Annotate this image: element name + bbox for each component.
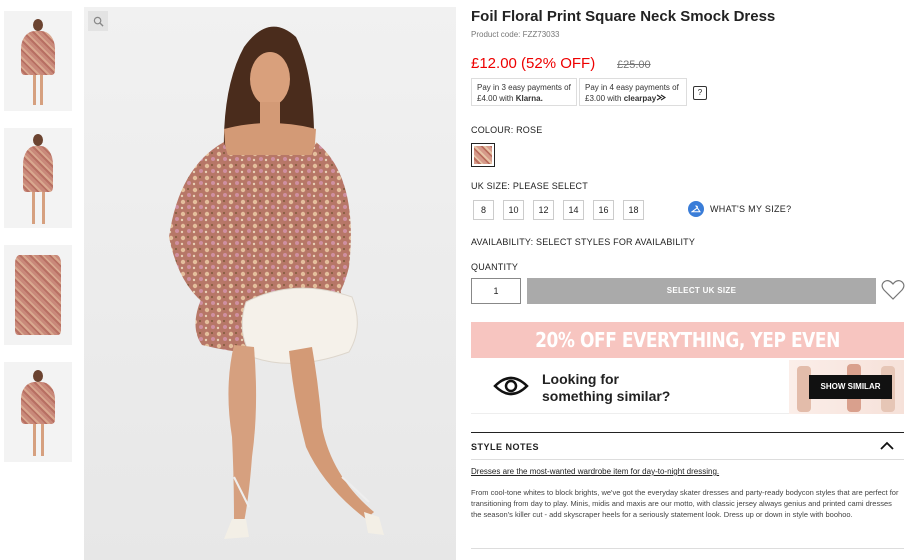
size-option[interactable]: 14 [563, 200, 584, 220]
size-option[interactable]: 8 [473, 200, 494, 220]
hanger-icon [691, 205, 701, 213]
product-code: Product code: FZZ73033 [471, 30, 560, 39]
clearpay-line1: Pay in 4 easy payments of [585, 83, 679, 92]
wishlist-button[interactable] [881, 279, 905, 306]
divider [471, 548, 904, 549]
sale-price: £12.00 (52% OFF) [471, 55, 596, 72]
style-notes-toggle[interactable]: STYLE NOTES [471, 432, 904, 460]
colour-label-row: COLOUR: ROSE [471, 125, 542, 135]
style-notes-heading: STYLE NOTES [471, 442, 540, 452]
colour-swatch-rose[interactable] [471, 143, 495, 167]
original-price: £25.00 [617, 59, 651, 71]
size-value: PLEASE SELECT [512, 181, 588, 191]
size-option[interactable]: 16 [593, 200, 614, 220]
klarna-line2: £4.00 with Klarna. [477, 93, 571, 104]
thumb-model-leg [32, 192, 35, 224]
klarna-payment-info[interactable]: Pay in 3 easy payments of £4.00 with Kla… [471, 78, 577, 106]
size-label: UK SIZE: [471, 181, 511, 191]
model-illustration [169, 26, 384, 539]
select-size-button[interactable]: SELECT UK SIZE [527, 278, 876, 304]
style-notes-link[interactable]: Dresses are the most-wanted wardrobe ite… [471, 467, 719, 476]
size-guide-icon [688, 201, 704, 217]
whats-my-size-link[interactable]: WHAT'S MY SIZE? [688, 201, 791, 217]
swatch-pattern [474, 146, 492, 164]
size-option[interactable]: 10 [503, 200, 524, 220]
thumb-model-leg [33, 424, 36, 456]
thumb-model-dress [23, 146, 53, 192]
clearpay-arrows-icon [656, 94, 667, 101]
show-similar-button[interactable]: SHOW SIMILAR [809, 375, 892, 399]
similar-line2: something similar? [542, 388, 671, 404]
eye-icon [493, 374, 529, 403]
thumb-dress-flat [15, 255, 61, 335]
clearpay-line2: £3.00 with clearpay [585, 93, 681, 104]
magnifier-icon [93, 16, 104, 27]
main-product-image[interactable] [84, 7, 456, 560]
availability-label: AVAILABILITY: [471, 237, 534, 247]
size-option[interactable]: 12 [533, 200, 554, 220]
chevron-up-icon [880, 441, 894, 450]
klarna-logo: Klarna. [515, 94, 543, 103]
thumb-model-dress [21, 31, 55, 75]
size-options: 8 10 12 14 16 18 [473, 200, 653, 220]
clearpay-logo: clearpay [623, 94, 657, 103]
klarna-amount: £4.00 with [477, 94, 514, 103]
whats-my-size-label: WHAT'S MY SIZE? [710, 204, 792, 214]
quantity-label: QUANTITY [471, 262, 519, 272]
product-title: Foil Floral Print Square Neck Smock Dres… [471, 8, 776, 25]
colour-label: COLOUR: [471, 125, 514, 135]
thumb-model-dress [21, 382, 55, 424]
availability-value: SELECT STYLES FOR AVAILABILITY [536, 237, 696, 247]
thumb-model-head [33, 134, 43, 146]
style-notes-body: From cool-tone whites to block brights, … [471, 488, 899, 519]
thumb-model-leg [42, 192, 45, 224]
quantity-input[interactable]: 1 [471, 278, 521, 304]
thumb-model-head [33, 19, 43, 31]
thumb-model-leg [40, 75, 43, 105]
thumbnail-1[interactable] [4, 11, 72, 111]
klarna-line1: Pay in 3 easy payments of [477, 83, 571, 92]
size-option[interactable]: 18 [623, 200, 644, 220]
eye-icon-graphic [493, 376, 529, 396]
thumbnail-4[interactable] [4, 362, 72, 462]
colour-value: ROSE [516, 125, 543, 135]
promo-banner[interactable]: 20% OFF EVERYTHING, YEP EVEN SALE!* [471, 322, 904, 388]
availability-row: AVAILABILITY: SELECT STYLES FOR AVAILABI… [471, 237, 695, 247]
thumb-model-head [33, 370, 43, 382]
thumb-model-leg [33, 75, 36, 105]
similar-prompt: Looking for something similar? [542, 371, 670, 405]
payment-help-button[interactable]: ? [693, 86, 707, 100]
thumbnail-list [4, 11, 72, 479]
thumbnail-3[interactable] [4, 245, 72, 345]
zoom-button[interactable] [88, 11, 108, 31]
thumb-model-leg [41, 424, 44, 456]
clearpay-payment-info[interactable]: Pay in 4 easy payments of £3.00 with cle… [579, 78, 687, 106]
similar-line1: Looking for [542, 371, 619, 387]
clearpay-amount: £3.00 with [585, 94, 622, 103]
heart-icon [881, 280, 905, 300]
size-label-row: UK SIZE: PLEASE SELECT [471, 181, 588, 191]
show-similar-section: Looking for something similar? SHOW SIMI… [471, 360, 904, 414]
thumbnail-2[interactable] [4, 128, 72, 228]
